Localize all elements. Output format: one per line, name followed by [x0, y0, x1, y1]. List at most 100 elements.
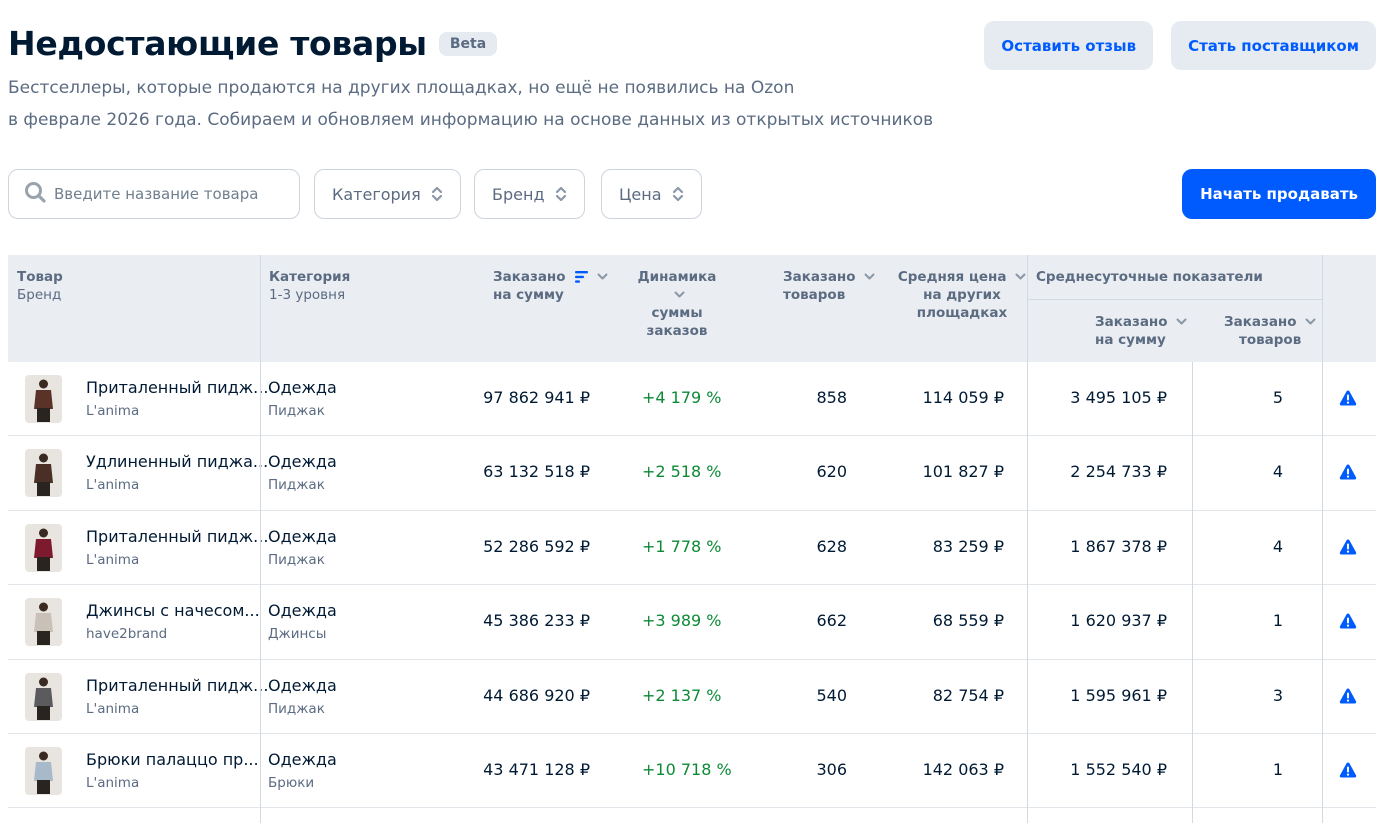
chevron-down-icon: [674, 291, 684, 298]
warning-triangle-icon[interactable]: [1339, 389, 1357, 407]
daily-items-value: 4: [1272, 536, 1283, 556]
ordered-sum-value: 43 471 128 ₽: [483, 759, 590, 779]
daily-items-value: 1: [1272, 611, 1283, 631]
col-avg-price-label: Средняя цена: [897, 269, 1007, 285]
col-daily-sum[interactable]: Заказано на сумму: [1095, 313, 1187, 349]
col-product[interactable]: Товар Бренд: [17, 268, 63, 304]
daily-items-value: 5: [1272, 388, 1283, 407]
column-divider: [260, 255, 261, 823]
filters-bar: Категория Бренд Цена Начать продавать: [8, 169, 1376, 219]
table-row[interactable]: Приталенный пидж... L'anima Одежда Пиджа…: [8, 660, 1376, 734]
col-ordered-items-label: Заказано: [783, 269, 856, 285]
sort-active-icon: [575, 271, 589, 283]
beta-badge: Beta: [438, 32, 498, 56]
chevron-down-icon: [597, 273, 608, 280]
category-name: Одежда: [268, 526, 337, 546]
dynamics-value: +3 989 %: [642, 611, 722, 631]
category-filter-label: Категория: [332, 184, 421, 204]
product-thumbnail[interactable]: [25, 375, 62, 423]
product-thumbnail[interactable]: [25, 523, 62, 572]
product-thumbnail[interactable]: [25, 672, 62, 721]
category-name: Одежда: [268, 452, 337, 472]
daily-sum-value: 1 552 540 ₽: [1070, 759, 1167, 779]
search-input[interactable]: [54, 185, 284, 203]
product-name[interactable]: Удлиненный пиджа...: [86, 452, 268, 471]
subcategory-name: Джинсы: [268, 626, 327, 643]
column-divider: [1192, 362, 1193, 823]
warning-triangle-icon[interactable]: [1339, 687, 1357, 705]
product-thumbnail[interactable]: [25, 746, 62, 795]
chevron-down-icon: [1176, 318, 1187, 325]
search-box[interactable]: [8, 169, 300, 219]
column-divider: [1322, 255, 1323, 823]
avg-price-value: 68 559 ₽: [932, 611, 1004, 631]
col-dynamics-label-2: суммы: [651, 305, 703, 321]
warning-triangle-icon[interactable]: [1339, 538, 1357, 556]
col-avg-price[interactable]: Средняя цена на других площадках: [897, 268, 1027, 322]
ordered-items-value: 620: [816, 462, 847, 482]
become-supplier-button[interactable]: Стать поставщиком: [1171, 21, 1376, 70]
ordered-items-value: 306: [816, 759, 847, 779]
product-name[interactable]: Брюки палаццо пр...: [86, 750, 259, 769]
subcategory-name: Брюки: [268, 774, 315, 791]
table-row[interactable]: Удлиненный пиджа... L'anima Одежда Пиджа…: [8, 436, 1376, 511]
price-filter[interactable]: Цена: [601, 169, 702, 219]
product-name[interactable]: Приталенный пидж...: [86, 676, 268, 695]
product-thumbnail[interactable]: [25, 449, 62, 498]
table-row[interactable]: Брюки палаццо пр... L'anima Одежда Брюки…: [8, 734, 1376, 809]
table-row[interactable]: Приталенный пидж... L'anima Одежда Пиджа…: [8, 362, 1376, 437]
feedback-button[interactable]: Оставить отзыв: [984, 21, 1154, 70]
ordered-items-value: 628: [816, 536, 847, 556]
table-header: Товар Бренд Категория 1-3 уровня Заказан…: [8, 255, 1376, 362]
product-brand: L'anima: [86, 403, 140, 419]
ordered-items-value: 858: [816, 388, 847, 407]
daily-sum-value: 2 254 733 ₽: [1070, 462, 1167, 482]
table-row[interactable]: Джинсы с начесом... have2brand Одежда Дж…: [8, 585, 1376, 660]
product-thumbnail[interactable]: [25, 598, 62, 647]
col-avg-price-label-2: на других: [923, 287, 1001, 303]
avg-price-value: 101 827 ₽: [922, 462, 1004, 482]
subcategory-name: Пиджак: [268, 551, 325, 568]
col-ordered-sum-label-2: на сумму: [493, 287, 564, 303]
ordered-items-value: 662: [816, 611, 847, 631]
dynamics-value: +1 778 %: [642, 536, 722, 556]
page-title: Недостающие товары: [8, 24, 427, 63]
col-daily-items-label-2: товаров: [1239, 332, 1302, 348]
top-buttons: Оставить отзыв Стать поставщиком: [984, 21, 1376, 70]
warning-triangle-icon[interactable]: [1339, 761, 1357, 779]
table-row[interactable]: Приталенный пидж... L'anima Одежда Пиджа…: [8, 511, 1376, 586]
product-brand: have2brand: [86, 626, 168, 643]
ordered-items-value: 540: [816, 685, 847, 705]
warning-triangle-icon[interactable]: [1339, 612, 1357, 630]
chevron-down-icon: [864, 273, 875, 280]
daily-items-value: 3: [1272, 685, 1283, 705]
daily-sum-value: 1 867 378 ₽: [1070, 536, 1167, 556]
product-brand: L'anima: [86, 700, 140, 717]
category-filter[interactable]: Категория: [314, 169, 461, 219]
col-dynamics-label: Динамика: [637, 269, 717, 285]
col-ordered-items[interactable]: Заказано товаров: [783, 268, 875, 304]
col-daily-items[interactable]: Заказано товаров: [1224, 313, 1316, 349]
col-dynamics[interactable]: Динамика суммы заказов: [629, 268, 725, 340]
avg-price-value: 82 754 ₽: [932, 685, 1004, 705]
dynamics-value: +2 518 %: [642, 462, 722, 482]
subtitle-line-1: Бестселлеры, которые продаются на других…: [8, 78, 795, 98]
col-product-label: Товар: [17, 269, 63, 285]
start-selling-button[interactable]: Начать продавать: [1182, 169, 1376, 219]
product-name[interactable]: Приталенный пидж...: [86, 527, 268, 546]
col-ordered-sum[interactable]: Заказано на сумму: [493, 268, 608, 304]
category-name: Одежда: [268, 601, 337, 621]
dynamics-value: +10 718 %: [642, 759, 732, 779]
product-name[interactable]: Приталенный пидж...: [86, 378, 268, 397]
products-table: Товар Бренд Категория 1-3 уровня Заказан…: [8, 255, 1376, 823]
ordered-sum-value: 63 132 518 ₽: [483, 462, 590, 482]
col-ordered-sum-label: Заказано: [493, 269, 566, 285]
sort-arrows-icon: [431, 186, 442, 202]
col-category[interactable]: Категория 1-3 уровня: [269, 268, 350, 304]
product-name[interactable]: Джинсы с начесом...: [86, 601, 260, 620]
product-brand: L'anima: [86, 774, 140, 791]
col-category-sublabel: 1-3 уровня: [269, 287, 346, 303]
col-daily-group: Среднесуточные показатели: [1036, 269, 1263, 285]
brand-filter[interactable]: Бренд: [474, 169, 585, 219]
warning-triangle-icon[interactable]: [1339, 463, 1357, 481]
